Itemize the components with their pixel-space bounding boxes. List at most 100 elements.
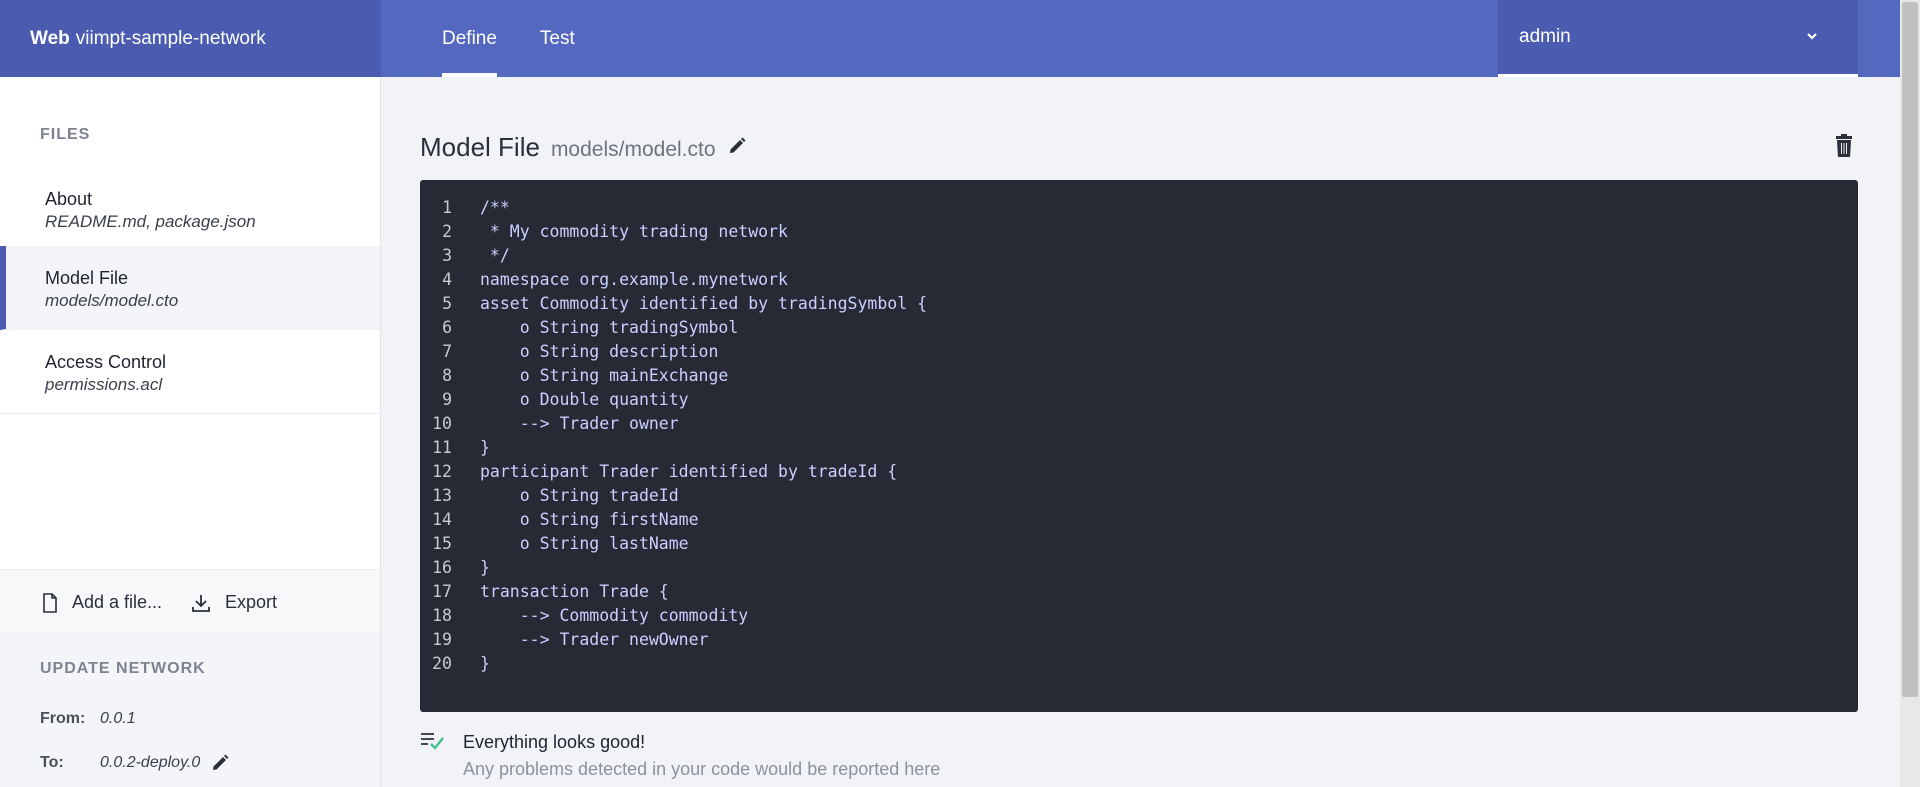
code-line: 11}	[420, 436, 490, 460]
export-label: Export	[225, 592, 278, 612]
code-text: }	[480, 558, 490, 577]
tab-define[interactable]: Define	[442, 0, 497, 77]
code-text: participant Trader identified by tradeId…	[480, 462, 898, 481]
line-number: 3	[442, 246, 452, 265]
code-line: 13 o String tradeId	[420, 484, 679, 508]
code-line: 9 o Double quantity	[420, 388, 689, 412]
code-text: }	[480, 438, 490, 457]
code-line: 19 --> Trader newOwner	[420, 628, 708, 652]
file-actions: Add a file... Export	[0, 569, 380, 634]
from-version-row: From: 0.0.1	[40, 710, 136, 728]
line-number: 15	[432, 534, 452, 553]
chevron-down-icon	[1807, 33, 1817, 40]
line-number: 2	[442, 222, 452, 241]
add-file-label: Add a file...	[72, 592, 163, 612]
code-text: /**	[480, 198, 510, 217]
sidebar-item-access-control[interactable]: Access Control permissions.acl	[0, 330, 380, 414]
scrollbar-thumb[interactable]	[1902, 2, 1918, 697]
file-name: About	[45, 189, 93, 209]
code-text: }	[480, 654, 490, 673]
line-number: 19	[432, 630, 452, 649]
top-bar: Web viimpt-sample-network Define Test ad…	[0, 0, 1920, 77]
line-number: 11	[432, 438, 452, 457]
line-number: 9	[442, 390, 452, 409]
file-sub: permissions.acl	[45, 375, 163, 394]
code-line: 2 * My commodity trading network	[420, 220, 788, 244]
code-line: 6 o String tradingSymbol	[420, 316, 738, 340]
code-line: 4 namespace org.example.mynetwork	[420, 268, 788, 292]
add-file-button[interactable]: Add a file...	[42, 570, 162, 635]
line-number: 4	[442, 270, 452, 289]
line-number: 18	[432, 606, 452, 625]
brand[interactable]: Web viimpt-sample-network	[0, 0, 381, 77]
code-line: 8 o String mainExchange	[420, 364, 728, 388]
user-dropdown[interactable]: admin	[1498, 0, 1858, 77]
main-tabs: Define Test	[381, 0, 575, 77]
code-text: o String tradingSymbol	[480, 318, 739, 337]
sidebar-item-about[interactable]: About README.md, package.json	[0, 167, 380, 251]
code-text: o String firstName	[480, 510, 699, 529]
code-text: * My commodity trading network	[480, 222, 788, 241]
line-number: 14	[432, 510, 452, 529]
code-text: o String description	[480, 342, 719, 361]
sidebar-item-model-file[interactable]: Model File models/model.cto	[0, 246, 380, 330]
from-value: 0.0.1	[100, 710, 136, 727]
to-value: 0.0.2-deploy.0	[100, 754, 201, 771]
code-line: 3 */	[420, 244, 510, 268]
edit-pencil-icon[interactable]	[727, 136, 747, 156]
code-line: 15 o String lastName	[420, 532, 689, 556]
code-text: o String tradeId	[480, 486, 679, 505]
code-text: namespace org.example.mynetwork	[480, 270, 788, 289]
brand-name: viimpt-sample-network	[75, 27, 266, 49]
code-text: o Double quantity	[480, 390, 689, 409]
code-text: o String mainExchange	[480, 366, 729, 385]
brand-bold: Web	[30, 27, 70, 49]
code-line: 12 participant Trader identified by trade…	[420, 460, 897, 484]
line-number: 8	[442, 366, 452, 385]
status-subtitle: Any problems detected in your code would…	[463, 759, 941, 779]
line-number: 6	[442, 318, 452, 337]
to-label: To:	[40, 754, 64, 771]
file-sub: models/model.cto	[45, 291, 179, 310]
user-name: admin	[1519, 26, 1571, 47]
code-text: --> Commodity commodity	[480, 606, 749, 625]
export-button[interactable]: Export	[191, 570, 277, 635]
code-line: 16}	[420, 556, 490, 580]
checklist-icon	[421, 733, 444, 750]
title-path: models/model.cto	[550, 138, 716, 161]
code-line: 20}	[420, 652, 490, 676]
files-heading: FILES	[40, 126, 91, 143]
line-number: 16	[432, 558, 452, 577]
from-label: From:	[40, 710, 86, 727]
line-number: 7	[442, 342, 452, 361]
download-icon	[192, 594, 210, 612]
to-version-row: To: 0.0.2-deploy.0	[40, 753, 230, 773]
code-line: 5 asset Commodity identified by tradingSy…	[420, 292, 927, 316]
tab-test[interactable]: Test	[540, 0, 575, 77]
title-label: Model File	[420, 132, 540, 162]
file-icon	[43, 592, 57, 613]
code-text: */	[480, 246, 510, 265]
code-line: 10 --> Trader owner	[420, 412, 679, 436]
edit-version-icon[interactable]	[210, 753, 230, 773]
code-text: --> Trader owner	[480, 414, 679, 433]
line-number: 20	[432, 654, 452, 673]
code-line: 18 --> Commodity commodity	[420, 604, 748, 628]
sidebar: FILES About README.md, package.json Mode…	[0, 77, 381, 787]
code-editor[interactable]: 1/** 2 * My commodity trading network 3 */…	[420, 180, 1858, 712]
file-name: Access Control	[45, 352, 167, 372]
page-title: Model File models/model.cto	[420, 132, 716, 163]
line-number: 12	[432, 462, 452, 481]
code-text: transaction Trade {	[480, 582, 669, 601]
code-line: 14 o String firstName	[420, 508, 698, 532]
line-number: 17	[432, 582, 452, 601]
status-title: Everything looks good!	[463, 732, 646, 752]
code-line: 7 o String description	[420, 340, 718, 364]
file-sub: README.md, package.json	[45, 212, 256, 231]
line-number: 1	[442, 198, 452, 217]
code-line: 1 /**	[420, 196, 510, 220]
file-name: Model File	[45, 268, 129, 288]
trash-icon[interactable]	[1835, 134, 1853, 158]
line-number: 5	[442, 294, 452, 313]
page-scrollbar[interactable]	[1900, 0, 1920, 787]
